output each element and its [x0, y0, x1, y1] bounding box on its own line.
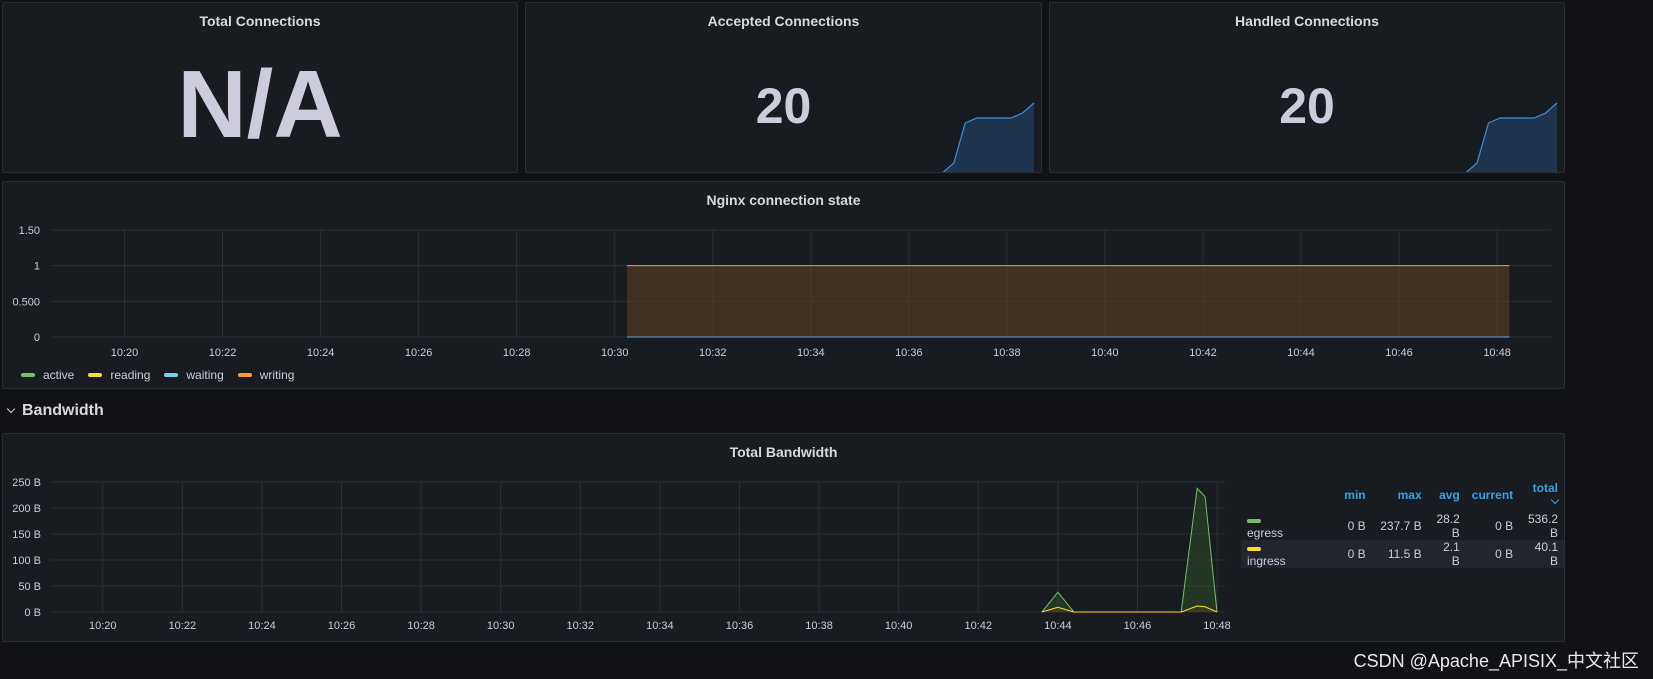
legend-value-avg: 2.1 B — [1443, 540, 1460, 568]
x-tick-label: 10:20 — [111, 347, 139, 359]
sparkline — [1465, 102, 1558, 172]
legend-value-min: 0 B — [1347, 547, 1366, 561]
stat-panel-handled-connections[interactable]: Handled Connections 20 — [1049, 2, 1565, 173]
series-egress-area — [1041, 488, 1218, 612]
x-tick-label: 10:20 — [89, 620, 117, 632]
panel-title: Total Connections — [199, 13, 321, 29]
legend-value-total: 536.2 B — [1527, 512, 1558, 540]
series-writing-area — [626, 265, 1510, 337]
x-tick-label: 10:44 — [1044, 620, 1072, 632]
x-tick-label: 10:32 — [699, 347, 727, 359]
x-tick-label: 10:46 — [1124, 620, 1152, 632]
y-tick-label: 150 B — [12, 529, 41, 541]
legend-swatch — [21, 373, 35, 377]
legend-header-current[interactable]: current — [1466, 478, 1519, 512]
x-tick-label: 10:26 — [328, 620, 356, 632]
sparkline-area — [1466, 103, 1557, 172]
x-tick-label: 10:22 — [209, 347, 237, 359]
legend-header-min[interactable]: min — [1298, 478, 1372, 512]
row-title: Bandwidth — [22, 402, 104, 419]
watermark: CSDN @Apache_APISIX_中文社区 — [1353, 651, 1639, 671]
x-tick-label: 10:48 — [1203, 620, 1231, 632]
x-tick-label: 10:30 — [601, 347, 629, 359]
legend-label: active — [43, 368, 75, 382]
legend-header-avg[interactable]: avg — [1428, 478, 1466, 512]
legend-row-ingress[interactable]: ingress 0 B 11.5 B 2.1 B 0 B 40.1 B — [1241, 540, 1564, 568]
legend-swatch — [1247, 547, 1261, 551]
chevron-down-icon — [1550, 495, 1560, 505]
x-tick-label: 10:24 — [248, 620, 276, 632]
x-tick-label: 10:46 — [1385, 347, 1413, 359]
legend-table: min max avg current total egress 0 B 237.7 B 28… — [1241, 478, 1564, 568]
legend-value-current: 0 B — [1495, 547, 1514, 561]
legend-swatch — [164, 373, 179, 377]
row-header-bandwidth[interactable]: Bandwidth — [6, 402, 104, 420]
x-tick-label: 10:40 — [885, 620, 913, 632]
legend-label: writing — [259, 368, 295, 382]
legend-swatch — [1247, 519, 1261, 523]
sparkline — [942, 102, 1035, 172]
x-tick-label: 10:38 — [993, 347, 1021, 359]
x-tick-label: 10:36 — [895, 347, 923, 359]
legend-header-total[interactable]: total — [1519, 478, 1564, 512]
y-tick-label: 200 B — [12, 503, 41, 515]
legend-series-name: egress — [1241, 512, 1298, 540]
legend-item-waiting[interactable]: waiting — [164, 368, 224, 382]
legend-value-min: 0 B — [1347, 519, 1366, 533]
legend-value-current: 0 B — [1495, 519, 1514, 533]
y-tick-label: 50 B — [18, 581, 41, 593]
y-tick-label: 1 — [34, 261, 40, 273]
legend-value-avg: 28.2 B — [1436, 512, 1460, 540]
legend-label: ingress — [1247, 554, 1286, 568]
legend-label: egress — [1247, 526, 1284, 540]
chart-legend: active reading waiting writing — [21, 368, 308, 382]
x-tick-label: 10:36 — [726, 620, 754, 632]
sparkline-area — [943, 103, 1034, 172]
x-tick-label: 10:44 — [1287, 347, 1315, 359]
total-bandwidth-chart[interactable]: 250 B 200 B 150 B 100 B 50 B 0 B 10:20 10:22 10:… — [3, 434, 1243, 642]
y-tick-label: 250 B — [12, 477, 41, 489]
x-tick-label: 10:42 — [1189, 347, 1217, 359]
y-tick-label: 0 — [34, 332, 40, 344]
x-tick-label: 10:28 — [503, 347, 531, 359]
stat-panel-total-connections[interactable]: Total Connections N/A — [2, 2, 518, 173]
legend-item-active[interactable]: active — [21, 368, 74, 382]
legend-label: waiting — [186, 368, 224, 382]
legend-swatch — [237, 373, 252, 377]
y-tick-label: 0 B — [24, 607, 41, 619]
x-tick-label: 10:40 — [1091, 347, 1119, 359]
legend-swatch — [88, 373, 103, 377]
legend-series-name: ingress — [1241, 540, 1298, 568]
x-tick-label: 10:48 — [1483, 347, 1511, 359]
x-tick-label: 10:34 — [797, 347, 825, 359]
legend-header-max[interactable]: max — [1372, 478, 1428, 512]
legend-item-reading[interactable]: reading — [88, 368, 150, 382]
x-tick-label: 10:30 — [487, 620, 515, 632]
x-tick-label: 10:28 — [407, 620, 435, 632]
y-tick-label: 1.50 — [19, 225, 40, 237]
x-tick-label: 10:32 — [567, 620, 595, 632]
legend-item-writing[interactable]: writing — [237, 368, 295, 382]
legend-row-egress[interactable]: egress 0 B 237.7 B 28.2 B 0 B 536.2 B — [1241, 512, 1564, 540]
x-tick-label: 10:24 — [307, 347, 335, 359]
y-tick-label: 100 B — [12, 555, 41, 567]
connection-state-chart[interactable]: 1.50 1 0.500 0 10:20 10:22 10:24 10:26 10:28 10:3… — [3, 182, 1565, 389]
chevron-down-icon — [6, 404, 16, 414]
legend-label: reading — [110, 368, 151, 382]
x-tick-label: 10:34 — [646, 620, 674, 632]
x-tick-label: 10:42 — [964, 620, 992, 632]
y-tick-label: 0.500 — [12, 296, 40, 308]
stat-value: N/A — [177, 51, 343, 158]
stat-panel-accepted-connections[interactable]: Accepted Connections 20 — [525, 2, 1042, 173]
x-tick-label: 10:22 — [169, 620, 197, 632]
total-bandwidth-panel[interactable]: Total Bandwidth 250 B 200 B 150 B 100 B 50 B… — [2, 433, 1565, 642]
x-tick-label: 10:26 — [405, 347, 433, 359]
legend-value-total: 40.1 B — [1534, 540, 1558, 568]
legend-value-max: 11.5 B — [1387, 547, 1422, 561]
legend-value-max: 237.7 B — [1380, 519, 1422, 533]
x-tick-label: 10:38 — [805, 620, 833, 632]
connection-state-panel[interactable]: Nginx connection state 1.50 1 0.500 0 10:20 1… — [2, 181, 1565, 389]
